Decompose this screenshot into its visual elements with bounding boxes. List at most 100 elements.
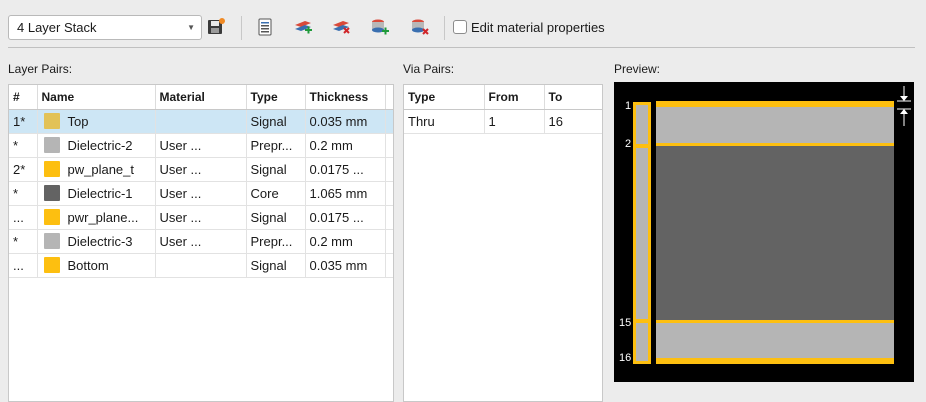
layer-thickness-cell[interactable]: 0.035 mm [305, 109, 386, 134]
toolbar: 4 Layer Stack ▼ Edit material properties [0, 0, 926, 48]
layer-material-cell[interactable] [155, 253, 247, 278]
layer-num-cell[interactable]: * [9, 229, 38, 254]
layer-color-swatch[interactable] [43, 233, 60, 249]
layer-pair-row[interactable]: ... pwr_plane... User ... Signal 0.0175 ... [9, 205, 393, 230]
layer-name-cell[interactable]: pwr_plane... [37, 205, 156, 230]
via-type-cell[interactable]: Thru [404, 109, 485, 134]
layer-pairs-grid[interactable]: # Name Material Type Thickness 1* Top Sign… [8, 84, 394, 402]
save-stack-button[interactable] [205, 15, 227, 39]
edit-material-label[interactable]: Edit material properties [471, 20, 605, 35]
via-pairs-grid[interactable]: Type From To Thru 1 16 [403, 84, 603, 402]
layer-properties-button[interactable] [254, 15, 276, 39]
column-header-to[interactable]: To [544, 85, 602, 110]
layer-color-swatch[interactable] [43, 161, 60, 177]
stack-preview: 1 2 15 16 [614, 82, 914, 382]
layer-num-cell[interactable]: ... [9, 205, 38, 230]
layer-extra-cell[interactable] [385, 157, 393, 182]
column-header-thickness[interactable]: Thickness [305, 85, 386, 110]
via-pad-inner-top [636, 144, 648, 148]
layer-pair-row[interactable]: * Dielectric-3 User ... Prepr... 0.2 mm [9, 229, 393, 254]
layer-type-cell[interactable]: Signal [246, 157, 306, 182]
layer-dielectric-2 [656, 107, 894, 143]
layer-type-cell[interactable]: Prepr... [246, 133, 306, 158]
layer-type-cell[interactable]: Core [246, 181, 306, 206]
layer-thickness-cell[interactable]: 0.035 mm [305, 253, 386, 278]
layer-thickness-cell[interactable]: 0.0175 ... [305, 157, 386, 182]
edit-material-checkbox[interactable] [453, 20, 467, 34]
layer-type-cell[interactable]: Signal [246, 205, 306, 230]
layer-color-swatch[interactable] [43, 209, 60, 225]
preview-layer-number: 2 [625, 138, 632, 150]
layer-pair-row[interactable]: * Dielectric-2 User ... Prepr... 0.2 mm [9, 133, 393, 158]
add-via-icon [372, 19, 389, 35]
delete-layer-pair-button[interactable] [330, 15, 352, 39]
add-via-pair-button[interactable] [369, 15, 391, 39]
layer-type-cell[interactable]: Prepr... [246, 229, 306, 254]
column-header-num[interactable]: # [9, 85, 38, 110]
layer-name-text: Dielectric-3 [67, 233, 133, 249]
layer-thickness-cell[interactable]: 1.065 mm [305, 181, 386, 206]
layer-thickness-cell[interactable]: 0.2 mm [305, 229, 386, 254]
layer-name-cell[interactable]: Bottom [37, 253, 156, 278]
layer-name-cell[interactable]: Dielectric-3 [37, 229, 156, 254]
layer-thickness-cell[interactable]: 0.0175 ... [305, 205, 386, 230]
via-pair-row[interactable]: Thru 1 16 [404, 109, 602, 134]
layer-material-cell[interactable]: User ... [155, 157, 247, 182]
layer-num-cell[interactable]: 1* [9, 109, 38, 134]
layer-material-cell[interactable]: User ... [155, 205, 247, 230]
via-pairs-label: Via Pairs: [403, 62, 455, 76]
layer-extra-cell[interactable] [385, 253, 393, 278]
layer-name-cell[interactable]: Top [37, 109, 156, 134]
layer-num-cell[interactable]: * [9, 181, 38, 206]
layer-material-cell[interactable]: User ... [155, 181, 247, 206]
layer-material-cell[interactable] [155, 109, 247, 134]
layer-pair-row[interactable]: * Dielectric-1 User ... Core 1.065 mm [9, 181, 393, 206]
save-icon [208, 18, 225, 34]
column-header-via-type[interactable]: Type [404, 85, 485, 110]
layer-color-swatch[interactable] [43, 137, 60, 153]
delete-via-pair-button[interactable] [409, 15, 431, 39]
layer-extra-cell[interactable] [385, 109, 393, 134]
layer-num-cell[interactable]: * [9, 133, 38, 158]
layer-material-cell[interactable]: User ... [155, 133, 247, 158]
via-to-cell[interactable]: 16 [544, 109, 602, 134]
layer-pair-row[interactable]: 2* pw_plane_t User ... Signal 0.0175 ... [9, 157, 393, 182]
layer-material-cell[interactable]: User ... [155, 229, 247, 254]
layer-num-cell[interactable]: 2* [9, 157, 38, 182]
layer-name-text: pw_plane_t [67, 161, 135, 177]
layer-extra-cell[interactable] [385, 181, 393, 206]
layer-name-cell[interactable]: pw_plane_t [37, 157, 156, 182]
column-header-type[interactable]: Type [246, 85, 306, 110]
layer-pair-row[interactable]: ... Bottom Signal 0.035 mm [9, 253, 393, 278]
layer-name-text: Top [67, 113, 89, 129]
layer-color-swatch[interactable] [43, 113, 60, 129]
layer-name-cell[interactable]: Dielectric-2 [37, 133, 156, 158]
layer-type-cell[interactable]: Signal [246, 109, 306, 134]
via-from-cell[interactable]: 1 [484, 109, 545, 134]
column-header-name[interactable]: Name [37, 85, 156, 110]
preview-layer-number: 15 [619, 317, 632, 329]
layer-pair-row[interactable]: 1* Top Signal 0.035 mm [9, 109, 393, 134]
column-header-extra[interactable] [385, 85, 393, 110]
layer-extra-cell[interactable] [385, 229, 393, 254]
layer-extra-cell[interactable] [385, 205, 393, 230]
layer-color-swatch[interactable] [43, 185, 60, 201]
preview-layer-number: 1 [625, 100, 632, 112]
layer-bottom-copper [656, 358, 894, 364]
layer-stack-dropdown-value: 4 Layer Stack [17, 20, 97, 35]
layer-color-swatch[interactable] [43, 257, 60, 273]
layer-name-text: Bottom [67, 257, 109, 273]
layer-name-text: pwr_plane... [67, 209, 139, 225]
column-header-from[interactable]: From [484, 85, 545, 110]
layer-extra-cell[interactable] [385, 133, 393, 158]
layer-stack-dropdown[interactable]: 4 Layer Stack ▼ [8, 15, 202, 40]
via-pairs-header-row: Type From To [404, 85, 602, 110]
layer-num-cell[interactable]: ... [9, 253, 38, 278]
preview-layer-number: 16 [619, 352, 632, 364]
column-header-material[interactable]: Material [155, 85, 247, 110]
layer-thickness-cell[interactable]: 0.2 mm [305, 133, 386, 158]
layer-name-cell[interactable]: Dielectric-1 [37, 181, 156, 206]
add-layer-pair-button[interactable] [292, 15, 314, 39]
toolbar-divider [8, 47, 915, 48]
layer-type-cell[interactable]: Signal [246, 253, 306, 278]
